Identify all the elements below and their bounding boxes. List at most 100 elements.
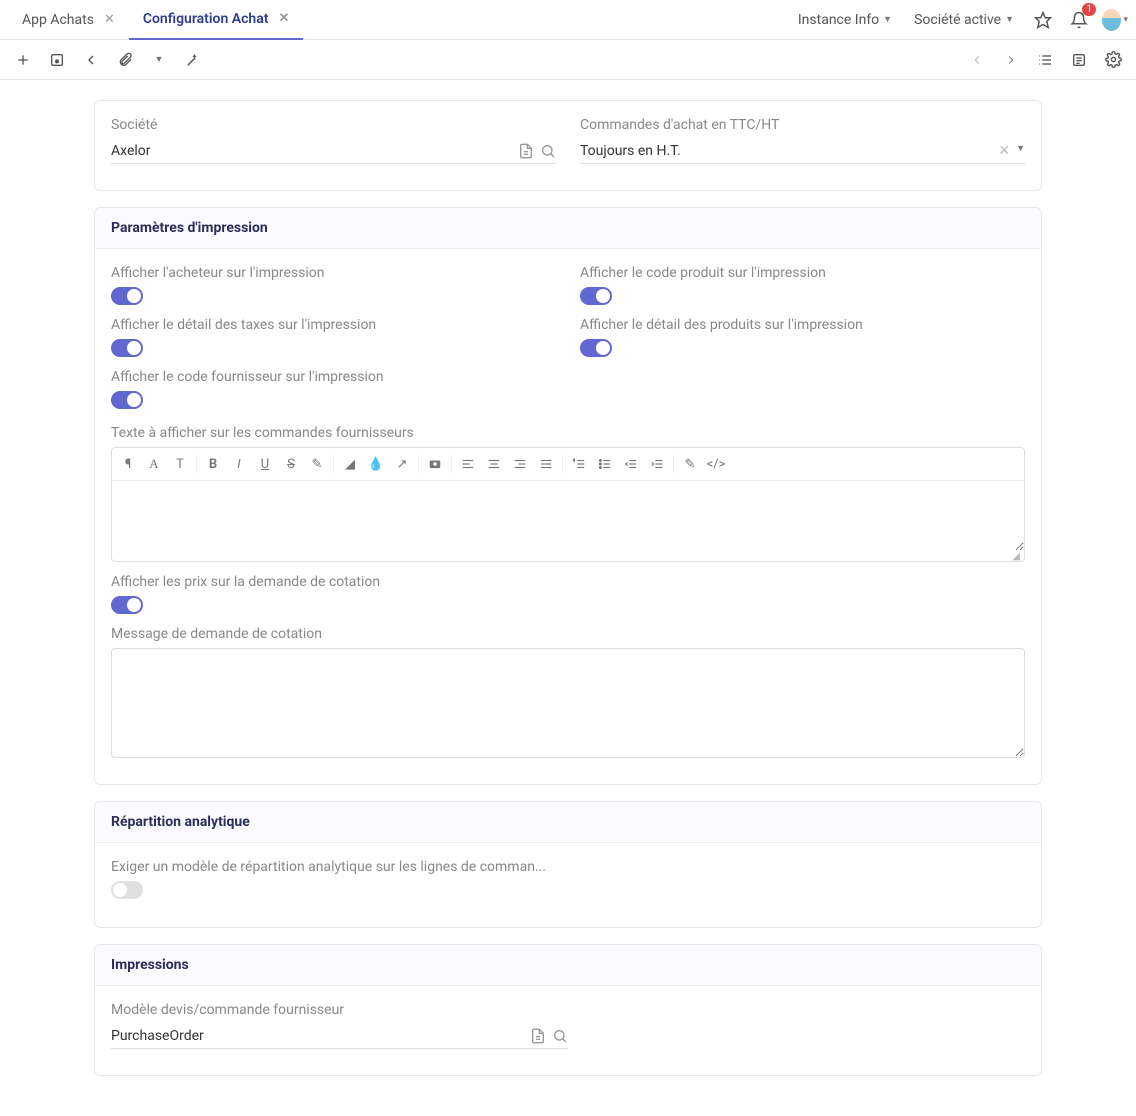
chevron-down-icon: ▼	[1005, 14, 1014, 25]
chevron-down-icon: ▾	[1123, 15, 1128, 25]
notifications-button[interactable]: 1	[1066, 7, 1092, 33]
bold-icon[interactable]: B	[201, 452, 225, 476]
toggle-show-prices-rfq: Afficher les prix sur la demande de cota…	[111, 574, 1025, 614]
save-button[interactable]	[42, 45, 72, 75]
dropdown-label: Instance Info	[798, 12, 879, 28]
toggle-label: Afficher les prix sur la demande de cota…	[111, 574, 1025, 590]
indent-icon[interactable]	[645, 452, 669, 476]
settings-button[interactable]	[1098, 45, 1128, 75]
tab-label: Configuration Achat	[143, 11, 269, 27]
chevron-down-icon: ▼	[883, 14, 892, 25]
toggle-switch[interactable]	[580, 287, 612, 305]
toggle-switch[interactable]	[111, 596, 143, 614]
form-view-button[interactable]	[1064, 45, 1094, 75]
text-format-icon[interactable]: T	[168, 452, 192, 476]
align-left-icon[interactable]	[456, 452, 480, 476]
italic-icon[interactable]: I	[227, 452, 251, 476]
company-input[interactable]: Axelor	[111, 139, 556, 164]
editor-toolbar: ¶ A T B I U S ✎ ◢ 💧 ↗	[112, 448, 1024, 481]
rfq-message-textarea[interactable]	[111, 648, 1025, 758]
attachment-button[interactable]	[110, 45, 140, 75]
toggle-show-supplier-code: Afficher le code fournisseur sur l'impre…	[111, 369, 556, 409]
form-content: Société Axelor Commandes d'achat en TTC/…	[0, 80, 1136, 1116]
company-field: Société Axelor	[111, 117, 556, 164]
align-right-icon[interactable]	[508, 452, 532, 476]
chevron-down-icon[interactable]: ▼	[1016, 143, 1025, 159]
rfq-message-field: Message de demande de cotation	[111, 626, 1025, 758]
back-button[interactable]	[76, 45, 106, 75]
toggle-show-buyer: Afficher l'acheteur sur l'impression	[111, 265, 556, 305]
orders-mode-field: Commandes d'achat en TTC/HT Toujours en …	[580, 117, 1025, 164]
toggle-label: Afficher le détail des produits sur l'im…	[580, 317, 1025, 333]
attachment-dropdown[interactable]: ▼	[144, 45, 174, 75]
resize-handle[interactable]: ◢	[112, 551, 1024, 561]
rich-text-editor: ¶ A T B I U S ✎ ◢ 💧 ↗	[111, 447, 1025, 562]
toggle-require-analytic-template: Exiger un modèle de répartition analytiq…	[111, 859, 1025, 899]
new-button[interactable]	[8, 45, 38, 75]
clear-icon[interactable]: ✕	[998, 143, 1010, 159]
panel-print-params: Paramètres d'impression Afficher l'achet…	[94, 207, 1042, 785]
close-icon[interactable]: ✕	[278, 11, 289, 26]
document-icon[interactable]	[518, 143, 534, 159]
code-view-icon[interactable]: </>	[704, 452, 728, 476]
field-label: Texte à afficher sur les commandes fourn…	[111, 425, 1025, 441]
panel-title: Impressions	[95, 945, 1041, 986]
tabs-bar: App Achats ✕ Configuration Achat ✕ Insta…	[0, 0, 1136, 40]
unordered-list-icon[interactable]	[593, 452, 617, 476]
underline-icon[interactable]: U	[253, 452, 277, 476]
instance-info-dropdown[interactable]: Instance Info ▼	[792, 12, 898, 28]
toggle-switch[interactable]	[111, 287, 143, 305]
favorite-button[interactable]	[1030, 7, 1056, 33]
next-record-button[interactable]	[996, 45, 1026, 75]
magic-wand-button[interactable]	[178, 45, 208, 75]
strikethrough-icon[interactable]: S	[279, 452, 303, 476]
link-icon[interactable]: ↗	[390, 452, 414, 476]
font-icon[interactable]: A	[142, 452, 166, 476]
panel-general: Société Axelor Commandes d'achat en TTC/…	[94, 100, 1042, 191]
supplier-text-field: Texte à afficher sur les commandes fourn…	[111, 425, 1025, 562]
toggle-label: Afficher le code produit sur l'impressio…	[580, 265, 1025, 281]
panel-title: Paramètres d'impression	[95, 208, 1041, 249]
active-company-dropdown[interactable]: Société active ▼	[908, 12, 1020, 28]
toggle-switch[interactable]	[580, 339, 612, 357]
toggle-label: Afficher le détail des taxes sur l'impre…	[111, 317, 556, 333]
clear-format-icon[interactable]: ✎	[678, 452, 702, 476]
user-menu[interactable]: ▾	[1102, 7, 1128, 33]
toggle-show-tax-detail: Afficher le détail des taxes sur l'impre…	[111, 317, 556, 357]
template-field: Modèle devis/commande fournisseur Purcha…	[111, 1002, 568, 1049]
image-icon[interactable]	[423, 452, 447, 476]
fill-color-icon[interactable]: 💧	[364, 452, 388, 476]
search-icon[interactable]	[552, 1028, 568, 1044]
prev-record-button[interactable]	[962, 45, 992, 75]
orders-mode-select[interactable]: Toujours en H.T. ✕ ▼	[580, 139, 1025, 164]
toggle-switch[interactable]	[111, 339, 143, 357]
panel-analytic: Répartition analytique Exiger un modèle …	[94, 801, 1042, 928]
toggle-switch[interactable]	[111, 881, 143, 899]
toggle-show-product-detail: Afficher le détail des produits sur l'im…	[580, 317, 1025, 357]
editor-textarea[interactable]	[112, 481, 1024, 551]
template-input[interactable]: PurchaseOrder	[111, 1024, 568, 1049]
search-icon[interactable]	[540, 143, 556, 159]
toolbar: ▼	[0, 40, 1136, 80]
paragraph-icon[interactable]: ¶	[116, 452, 140, 476]
tab-label: App Achats	[22, 12, 94, 28]
panel-impressions: Impressions Modèle devis/commande fourni…	[94, 944, 1042, 1076]
list-view-button[interactable]	[1030, 45, 1060, 75]
align-center-icon[interactable]	[482, 452, 506, 476]
ordered-list-icon[interactable]: 1	[567, 452, 591, 476]
outdent-icon[interactable]	[619, 452, 643, 476]
tab-app-achats[interactable]: App Achats ✕	[8, 0, 129, 40]
tabs-right: Instance Info ▼ Société active ▼ 1 ▾	[792, 7, 1128, 33]
field-label: Société	[111, 117, 556, 133]
svg-text:1: 1	[573, 459, 575, 463]
highlight-icon[interactable]: ✎	[305, 452, 329, 476]
chevron-down-icon: ▼	[155, 54, 164, 65]
document-icon[interactable]	[530, 1028, 546, 1044]
field-value: Axelor	[111, 143, 512, 159]
text-color-icon[interactable]: ◢	[338, 452, 362, 476]
align-justify-icon[interactable]	[534, 452, 558, 476]
toggle-switch[interactable]	[111, 391, 143, 409]
field-value: PurchaseOrder	[111, 1028, 524, 1044]
tab-configuration-achat[interactable]: Configuration Achat ✕	[129, 0, 304, 40]
close-icon[interactable]: ✕	[104, 12, 115, 27]
